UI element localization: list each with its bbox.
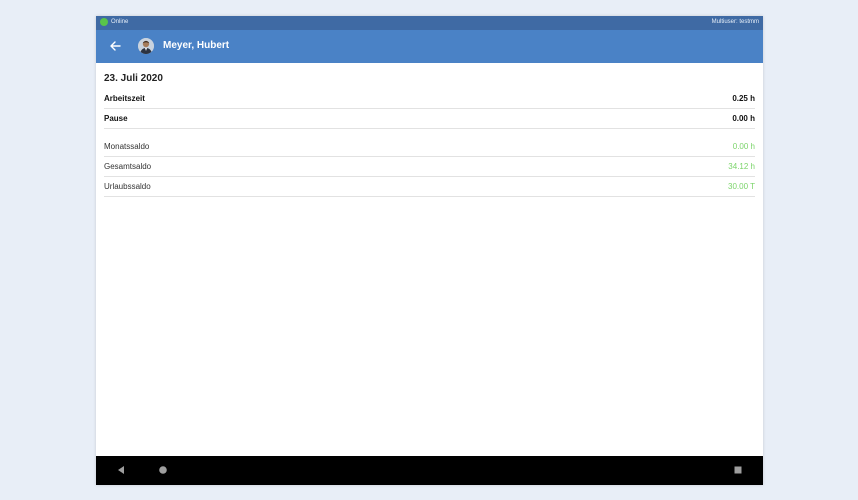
system-nav-bar: [96, 456, 763, 485]
avatar: [138, 38, 154, 54]
triangle-back-icon: [118, 466, 124, 474]
status-bar: Online Multiuser: testmm: [96, 16, 763, 30]
app-bar: Meyer, Hubert: [96, 30, 763, 63]
nav-recents-button[interactable]: [731, 463, 745, 477]
nav-home-button[interactable]: [156, 463, 170, 477]
day-summary: 23. Juli 2020 Arbeitszeit 0.25 h Pause 0…: [104, 63, 755, 197]
balance-row-urlaubssaldo: Urlaubssaldo 30.00 T: [104, 177, 755, 197]
row-value: 0.25 h: [732, 94, 755, 103]
connection-label: Online: [111, 19, 129, 25]
row-label: Monatssaldo: [104, 142, 150, 151]
square-recents-icon: [734, 466, 742, 474]
page-title: Meyer, Hubert: [163, 40, 230, 51]
connection-status: Online: [100, 18, 128, 26]
device-screen: Online Multiuser: testmm Meyer, Hubert 2…: [96, 16, 763, 485]
row-label: Arbeitszeit: [104, 94, 145, 103]
person-avatar-icon: [138, 38, 154, 54]
row-label: Urlaubssaldo: [104, 182, 151, 191]
user-label: Multiuser: testmm: [711, 19, 759, 25]
balance-row-gesamtsaldo: Gesamtsaldo 34.12 h: [104, 157, 755, 177]
summary-row-pause: Pause 0.00 h: [104, 109, 755, 129]
row-label: Pause: [104, 114, 128, 123]
summary-row-arbeitszeit: Arbeitszeit 0.25 h: [104, 89, 755, 109]
back-button[interactable]: [106, 37, 124, 55]
circle-home-icon: [159, 466, 167, 474]
row-label: Gesamtsaldo: [104, 162, 152, 171]
row-value: 0.00 h: [732, 142, 755, 151]
online-indicator-icon: [100, 18, 108, 26]
row-value: 0.00 h: [732, 114, 755, 123]
row-value: 34.12 h: [728, 162, 755, 171]
row-value: 30.00 T: [728, 182, 755, 191]
arrow-left-icon: [110, 41, 121, 51]
nav-back-button[interactable]: [114, 463, 128, 477]
balance-row-monatssaldo: Monatssaldo 0.00 h: [104, 137, 755, 157]
date-heading: 23. Juli 2020: [104, 73, 163, 84]
